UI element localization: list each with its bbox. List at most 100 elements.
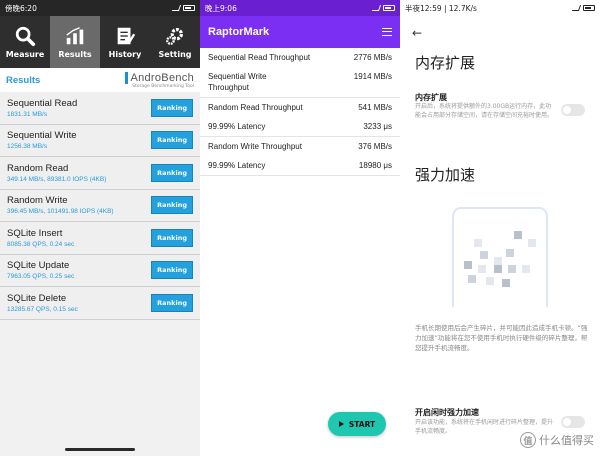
result-row: 99.99% Latency 18980 μs	[200, 156, 400, 176]
ranking-button[interactable]: Ranking	[151, 98, 193, 117]
result-row: Sequential Write 1256.38 MB/s Ranking	[0, 124, 200, 157]
battery-icon	[383, 5, 395, 11]
result-row: Random Write 396.45 MB/s, 101491.98 IOPS …	[0, 189, 200, 222]
result-label: Random Read Throughput	[208, 103, 303, 112]
result-value: 13285.67 QPS, 0.15 sec	[7, 305, 78, 313]
results-header: Results AndroBench Storage Benchmarking …	[0, 68, 200, 92]
ranking-button[interactable]: Ranking	[151, 261, 193, 280]
result-row: Random Read 349.14 MB/s, 89381.0 IOPS (4K…	[0, 157, 200, 190]
memory-extension-screen: 半夜12:59 | 12.7K/s ← 内存扩展 内存扩展 开启后，系统将提供额…	[400, 0, 600, 456]
status-bar: 傍晚6:20	[0, 0, 200, 16]
result-value: 3233 μs	[363, 122, 392, 131]
start-button[interactable]: START	[328, 412, 386, 436]
status-bar: 半夜12:59 | 12.7K/s	[400, 0, 600, 16]
result-value: 1831.31 MB/s	[7, 110, 48, 118]
result-title: Random Write	[7, 195, 68, 207]
tab-measure[interactable]: Measure	[0, 16, 50, 68]
page-title: 内存扩展	[415, 54, 476, 72]
result-value: 396.45 MB/s, 101491.98 IOPS (4KB)	[7, 208, 114, 216]
memory-extension-desc: 开启后，系统将提供额外的3.00GB运行内存，此功能会占用部分存储空间，请在存储…	[415, 103, 554, 119]
start-label: START	[348, 419, 376, 429]
signal-icon	[371, 5, 382, 11]
result-title: SQLite Insert	[7, 227, 63, 239]
result-label: Sequential Read Throughput	[208, 53, 311, 62]
idle-boost-title: 开启闲时强力加速	[415, 408, 479, 417]
memory-extension-toggle[interactable]	[561, 104, 585, 116]
tab-label: Setting	[158, 50, 192, 59]
watermark-badge: 值	[520, 432, 536, 448]
history-icon	[117, 27, 136, 45]
result-row: Sequential Read Throughput 2776 MB/s	[200, 48, 400, 67]
tab-label: History	[108, 50, 142, 59]
ranking-button[interactable]: Ranking	[151, 163, 193, 182]
menu-icon[interactable]	[382, 28, 392, 36]
result-title: Random Read	[7, 162, 69, 174]
result-value: 541 MB/s	[358, 103, 392, 112]
status-time: 半夜12:59 | 12.7K/s	[405, 3, 477, 13]
result-row: SQLite Update 7963.05 QPS, 0.25 sec Rankin…	[0, 254, 200, 287]
result-value: 7963.05 QPS, 0.25 sec	[7, 273, 75, 281]
status-icons	[571, 5, 595, 11]
ranking-button[interactable]: Ranking	[151, 196, 193, 215]
back-arrow-icon[interactable]: ←	[412, 26, 422, 40]
gesture-bar[interactable]	[65, 448, 135, 451]
result-value: 376 MB/s	[358, 142, 392, 151]
result-row: SQLite Delete 13285.67 QPS, 0.15 sec Ranki…	[0, 287, 200, 320]
status-bar: 晚上9:06	[200, 0, 400, 16]
result-row: SQLite Insert 8085.38 QPS, 0.24 sec Rankin…	[0, 222, 200, 255]
tab-setting[interactable]: Setting	[150, 16, 200, 68]
boost-description: 手机长期使用后会产生碎片，并可能因此造成手机卡顿。“强力加速”功能将在您不使用手…	[415, 324, 588, 352]
results-list: Sequential Read Throughput 2776 MB/s Sequ…	[200, 48, 400, 176]
tab-bar: Measure Results History Setting	[0, 16, 200, 68]
signal-icon	[571, 5, 582, 11]
ranking-button[interactable]: Ranking	[151, 293, 193, 312]
result-row: Sequential Write Throughput 1914 MB/s	[200, 67, 400, 98]
app-bar: RaptorMark	[200, 16, 400, 48]
results-list: Sequential Read 1831.31 MB/s Ranking Seque…	[0, 92, 200, 320]
result-label: Random Write Throughput	[208, 142, 302, 151]
status-time: 晚上9:06	[205, 3, 237, 13]
page-title: Results	[6, 74, 41, 86]
signal-icon	[171, 5, 182, 11]
androbench-logo: AndroBench Storage Benchmarking Tool	[125, 71, 194, 89]
result-value: 2776 MB/s	[353, 53, 392, 62]
result-label: Sequential Write Throughput	[208, 72, 267, 92]
logo-tagline: Storage Benchmarking Tool	[132, 83, 194, 89]
tab-label: Results	[58, 50, 92, 59]
status-time: 傍晚6:20	[5, 3, 37, 13]
idle-boost-toggle[interactable]	[561, 416, 585, 428]
result-value: 349.14 MB/s, 89381.0 IOPS (4KB)	[7, 175, 107, 183]
result-value: 18980 μs	[358, 161, 392, 170]
tab-label: Measure	[5, 50, 45, 59]
search-icon	[15, 26, 36, 47]
watermark-text: 什么值得买	[539, 434, 594, 447]
result-value: 1914 MB/s	[353, 72, 392, 81]
logo-name: AndroBench	[125, 71, 194, 84]
result-row: Random Read Throughput 541 MB/s	[200, 98, 400, 117]
result-row: Sequential Read 1831.31 MB/s Ranking	[0, 92, 200, 125]
result-title: Sequential Read	[7, 97, 78, 109]
battery-icon	[583, 5, 595, 11]
gear-icon	[166, 27, 184, 45]
androbench-screen: 傍晚6:20 Measure Results History Setting R…	[0, 0, 200, 456]
boost-section-title: 强力加速	[415, 166, 476, 184]
play-icon	[338, 421, 344, 427]
result-row: Random Write Throughput 376 MB/s	[200, 137, 400, 156]
tab-history[interactable]: History	[100, 16, 150, 68]
ranking-button[interactable]: Ranking	[151, 131, 193, 150]
battery-icon	[183, 5, 195, 11]
watermark: 值 什么值得买	[520, 432, 594, 448]
result-label: 99.99% Latency	[208, 122, 266, 131]
ranking-button[interactable]: Ranking	[151, 228, 193, 247]
result-title: Sequential Write	[7, 130, 77, 142]
chart-icon	[66, 27, 84, 45]
result-title: SQLite Update	[7, 260, 70, 272]
status-icons	[171, 5, 195, 11]
raptormark-screen: 晚上9:06 RaptorMark Sequential Read Throug…	[200, 0, 400, 456]
memory-extension-title: 内存扩展	[415, 93, 447, 102]
tab-results[interactable]: Results	[50, 16, 100, 68]
app-title: RaptorMark	[208, 26, 270, 38]
result-label: 99.99% Latency	[208, 161, 266, 170]
result-row: 99.99% Latency 3233 μs	[200, 117, 400, 137]
result-title: SQLite Delete	[7, 292, 67, 304]
